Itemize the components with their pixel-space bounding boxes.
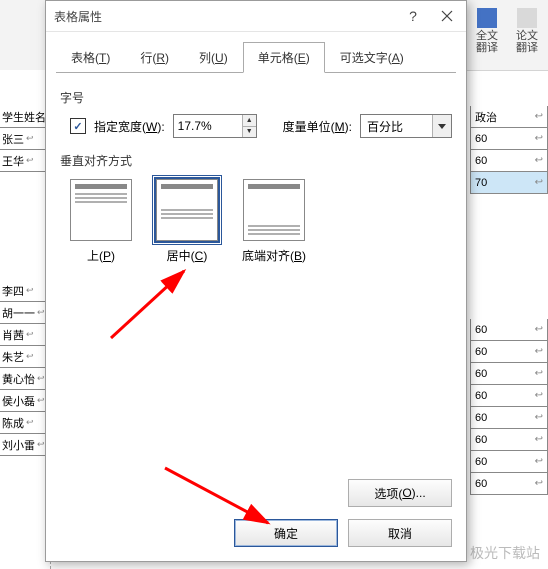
translate-icon: [477, 8, 497, 28]
table-row: 胡一一↩: [0, 302, 50, 324]
width-input[interactable]: [174, 115, 242, 137]
options-button[interactable]: 选项(O)...: [348, 479, 452, 507]
valign-bottom-icon: [243, 179, 305, 241]
bg-table-right: 政治↩ 60↩ 60↩ 70↩ 60↩ 60↩ 60↩ 60↩ 60↩ 60↩ …: [470, 104, 548, 569]
size-group-label: 字号: [60, 89, 452, 106]
tab-table[interactable]: 表格(T): [56, 42, 125, 73]
table-row: 肖茜↩: [0, 324, 50, 346]
bg-table-left: 学生姓名 张三↩ 王华↩ 李四↩ 胡一一↩ 肖茜↩ 朱艺↩ 黄心怡↩ 侯小磊↩ …: [0, 70, 51, 569]
table-row: 黄心怡↩: [0, 368, 50, 390]
width-spinbox[interactable]: ▲ ▼: [173, 114, 257, 138]
unit-select[interactable]: 百分比: [360, 114, 452, 138]
valign-top-icon: [70, 179, 132, 241]
table-row: 60↩: [470, 341, 548, 363]
annotation-arrow-1: [106, 263, 196, 343]
table-row: 70↩: [470, 172, 548, 194]
table-header: 学生姓名: [0, 106, 50, 128]
close-icon: [441, 10, 453, 22]
unit-label: 度量单位(M):: [283, 118, 352, 135]
valign-center-icon: [156, 179, 218, 241]
close-button[interactable]: [430, 3, 464, 29]
table-row: 60↩: [470, 473, 548, 495]
table-row: 60↩: [470, 128, 548, 150]
table-row: 60↩: [470, 451, 548, 473]
table-row: 陈成↩: [0, 412, 50, 434]
valign-top-label: 上(P): [87, 247, 115, 264]
spin-down[interactable]: ▼: [243, 127, 256, 138]
help-button[interactable]: ?: [396, 3, 430, 29]
tab-column[interactable]: 列(U): [184, 42, 243, 73]
table-row: 李四↩: [0, 280, 50, 302]
dialog-title: 表格属性: [54, 8, 396, 25]
table-row: 60↩: [470, 407, 548, 429]
table-row: 60↩: [470, 363, 548, 385]
valign-group-label: 垂直对齐方式: [60, 152, 452, 169]
valign-bottom-label: 底端对齐(B): [242, 247, 306, 264]
table-header: 政治↩: [470, 106, 548, 128]
tab-alt-text[interactable]: 可选文字(A): [325, 42, 419, 73]
table-row: 刘小雷↩: [0, 434, 50, 456]
table-row: 60↩: [470, 150, 548, 172]
width-label: 指定宽度(W):: [94, 118, 165, 135]
valign-bottom[interactable]: 底端对齐(B): [242, 179, 306, 264]
doc-icon: [517, 8, 537, 28]
table-properties-dialog: 表格属性 ? 表格(T) 行(R) 列(U) 单元格(E) 可选文字(A) 字号…: [45, 0, 467, 562]
valign-top[interactable]: 上(P): [70, 179, 132, 264]
ribbon-btn-translate-full[interactable]: 全文 翻译: [468, 2, 506, 60]
titlebar: 表格属性 ?: [46, 1, 466, 32]
tab-cell[interactable]: 单元格(E): [243, 42, 325, 73]
ok-button[interactable]: 确定: [234, 519, 338, 547]
table-row: 朱艺↩: [0, 346, 50, 368]
spin-up[interactable]: ▲: [243, 115, 256, 127]
ribbon-btn-translate-paper[interactable]: 论文 翻译: [508, 2, 546, 60]
table-row: 60↩: [470, 319, 548, 341]
table-row: 张三↩: [0, 128, 50, 150]
tab-bar: 表格(T) 行(R) 列(U) 单元格(E) 可选文字(A): [46, 32, 466, 73]
valign-center-label: 居中(C): [167, 247, 208, 264]
valign-center[interactable]: 居中(C): [156, 179, 218, 264]
table-row: 60↩: [470, 385, 548, 407]
width-checkbox[interactable]: [70, 118, 86, 134]
cancel-button[interactable]: 取消: [348, 519, 452, 547]
table-row: 王华↩: [0, 150, 50, 172]
tab-content-cell: 字号 指定宽度(W): ▲ ▼ 度量单位(M): 百分比 垂直对齐方式: [46, 73, 466, 471]
chevron-down-icon: [432, 115, 451, 137]
table-row: 60↩: [470, 429, 548, 451]
table-row: 侯小磊↩: [0, 390, 50, 412]
tab-row[interactable]: 行(R): [125, 42, 184, 73]
